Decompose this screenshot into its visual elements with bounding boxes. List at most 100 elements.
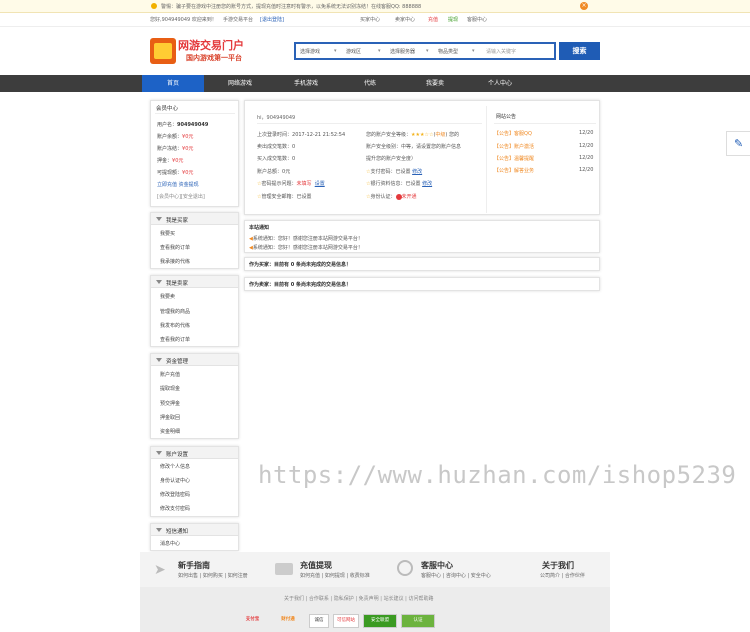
seller-status-bar: 作为卖家：目前有 0 条尚未完成的交易信息！ [244, 277, 600, 291]
recharge-link[interactable]: 充值 [428, 16, 438, 23]
announce-item-text[interactable]: 账户激活 [514, 144, 534, 150]
close-icon[interactable]: × [580, 2, 588, 10]
profile-greeting: hi，904949049 [257, 115, 296, 121]
announce-item-text[interactable]: 解答业务 [514, 168, 534, 174]
footer-link[interactable]: 如何提现 [325, 573, 345, 579]
server-select[interactable]: 选择服务器 [390, 48, 415, 55]
safety-alliance-badge[interactable]: 安全联盟 [363, 614, 397, 628]
footer-link[interactable]: 咨询中心 [446, 573, 466, 579]
chevron-down-icon: ▾ [472, 48, 475, 54]
bank-info-status: 已设置 [405, 181, 421, 187]
menu-item-recharge[interactable]: 账户充值 [160, 371, 180, 378]
menu-item-my-leveling[interactable]: 我承接的代练 [160, 258, 190, 265]
member-center-link[interactable]: [会员中心] [157, 194, 181, 200]
announce-tag: 【公告】 [494, 168, 515, 174]
menu-item-messages[interactable]: 消息中心 [160, 540, 180, 547]
site-logo[interactable]: 网游交易门户 国内游戏第一平台 [150, 34, 270, 68]
pay-password-edit-link[interactable]: 修改 [412, 169, 422, 175]
security-stars: ★★★☆☆ [411, 132, 434, 138]
notice-item-text[interactable]: ：您好！感谢您注册本站网游交易平台！ [273, 236, 363, 242]
service-link[interactable]: 客服中心 [467, 16, 487, 23]
bank-info-edit-link[interactable]: 修改 [422, 181, 432, 187]
nav-online-games[interactable]: 网络游戏 [210, 75, 270, 92]
withdraw-link[interactable]: 提现 [448, 16, 458, 23]
announce-item-text[interactable]: 客服QQ [514, 131, 532, 137]
footer-bottom-link[interactable]: 免责声明 [359, 596, 379, 602]
footer-bottom-link[interactable]: 站长建议 [384, 596, 404, 602]
menu-item-pay-password[interactable]: 修改支付密码 [160, 505, 190, 512]
footer-link[interactable]: 如何购买 [203, 573, 223, 579]
seller-center-link[interactable]: 卖家中心 [395, 16, 415, 23]
credible-site-badge[interactable]: 可信网站 [333, 614, 359, 628]
side-edit-tab[interactable]: ✎ [726, 131, 750, 156]
trust-badge[interactable]: 诚信 [309, 614, 329, 628]
notice-tag: 系统通知 [252, 236, 273, 242]
announce-date: 12/20 [579, 130, 594, 136]
menu-item-funds-detail[interactable]: 资金明细 [160, 428, 180, 435]
area-select[interactable]: 游戏区 [346, 48, 361, 55]
menu-item-sell[interactable]: 我要卖 [160, 293, 175, 300]
footer-bottom-link[interactable]: 访问帮助路 [408, 596, 433, 602]
chevron-down-icon: ▾ [334, 48, 337, 54]
footer-link[interactable]: 如何出售 [178, 573, 198, 579]
buyer-center-link[interactable]: 买家中心 [360, 16, 380, 23]
nav-personal[interactable]: 个人中心 [470, 75, 530, 92]
last-login-value: 2017-12-21 21:52:54 [292, 132, 346, 138]
pencil-icon: ✎ [734, 137, 744, 150]
platform-link[interactable]: 手游交易平台 [223, 16, 253, 23]
frozen-label: 账户冻结： [157, 146, 183, 152]
nav-sell[interactable]: 我要卖 [405, 75, 465, 92]
id-verify-status[interactable]: 未开通 [402, 194, 417, 200]
footer-col-title: 新手指南 [178, 561, 210, 570]
bank-info-label: 银行资料信息： [370, 181, 406, 187]
footer-link[interactable]: 安全中心 [471, 573, 491, 579]
footer-link[interactable]: 如何注册 [228, 573, 248, 579]
seller-menu-title: 我是卖家 [166, 281, 189, 287]
pwd-question-label: 密码提示问题： [261, 181, 297, 187]
pwd-question-set-link[interactable]: 设置 [315, 181, 325, 187]
announce-tag: 【公告】 [494, 144, 515, 150]
certified-badge[interactable]: 认证 [401, 614, 435, 628]
tenpay-badge[interactable]: 财付通 [272, 614, 304, 628]
notice-item-text[interactable]: ：您好！感谢您注册本站网游交易平台！ [273, 245, 363, 251]
footer-bottom-link[interactable]: 合作联系 [309, 596, 329, 602]
footer-bottom-link[interactable]: 关于我们 [284, 596, 304, 602]
nav-mobile-games[interactable]: 手机游戏 [276, 75, 336, 92]
footer-link[interactable]: 公司简介 [540, 573, 560, 579]
menu-item-posted-leveling[interactable]: 我发布的代练 [160, 322, 190, 329]
withdraw-funds-link[interactable]: 资金提现 [179, 182, 199, 188]
notice-bar: 警惕：骗子要在游戏中注册您的账号方式，提现充值时注意时有警示，以免系统无法识别冻… [0, 0, 750, 13]
menu-item-deposit-return[interactable]: 押金取回 [160, 414, 180, 421]
menu-item-deposit[interactable]: 预交押金 [160, 400, 180, 407]
account-menu-title: 账户设置 [166, 452, 189, 458]
menu-item-id-verify[interactable]: 身份认证中心 [160, 477, 190, 484]
footer-link[interactable]: 合作伙伴 [565, 573, 585, 579]
chevron-down-icon [156, 280, 162, 284]
buyer-status-text: 作为买家：目前有 0 条尚未完成的交易信息！ [249, 262, 351, 268]
type-select[interactable]: 物品类型 [438, 48, 458, 55]
recharge-now-link[interactable]: 立即充值 [157, 182, 177, 188]
alipay-badge[interactable]: 支付宝 [239, 614, 266, 628]
footer-link[interactable]: 客服中心 [421, 573, 441, 579]
game-select[interactable]: 选择游戏 [300, 48, 320, 55]
menu-item-login-password[interactable]: 修改登陆密码 [160, 491, 190, 498]
username: 904949049 [177, 122, 209, 128]
nav-home[interactable]: 首页 [142, 75, 204, 92]
nav-leveling[interactable]: 代练 [340, 75, 400, 92]
announce-item-text[interactable]: 温馨提醒 [514, 156, 534, 162]
menu-item-manage-goods[interactable]: 管理我的商品 [160, 308, 190, 315]
search-input[interactable]: 请输入关键字 [486, 48, 516, 55]
menu-item-edit-profile[interactable]: 修改个人信息 [160, 463, 190, 470]
footer-bottom-link[interactable]: 隐私保护 [334, 596, 354, 602]
menu-item-buy[interactable]: 我要买 [160, 230, 175, 237]
footer-link[interactable]: 如何充值 [300, 573, 320, 579]
menu-item-withdraw[interactable]: 提取现金 [160, 385, 180, 392]
safe-exit-link[interactable]: [安全退出] [181, 194, 205, 200]
pwd-question-status: 未填写 [296, 181, 312, 187]
logout-link[interactable]: [退出登陆] [260, 16, 284, 23]
menu-item-seller-orders[interactable]: 查看我的订单 [160, 336, 190, 343]
footer-link[interactable]: 收费标准 [350, 573, 370, 579]
warning-icon [151, 3, 157, 9]
search-button[interactable]: 搜索 [559, 42, 600, 60]
menu-item-my-orders[interactable]: 查看我的订单 [160, 244, 190, 251]
